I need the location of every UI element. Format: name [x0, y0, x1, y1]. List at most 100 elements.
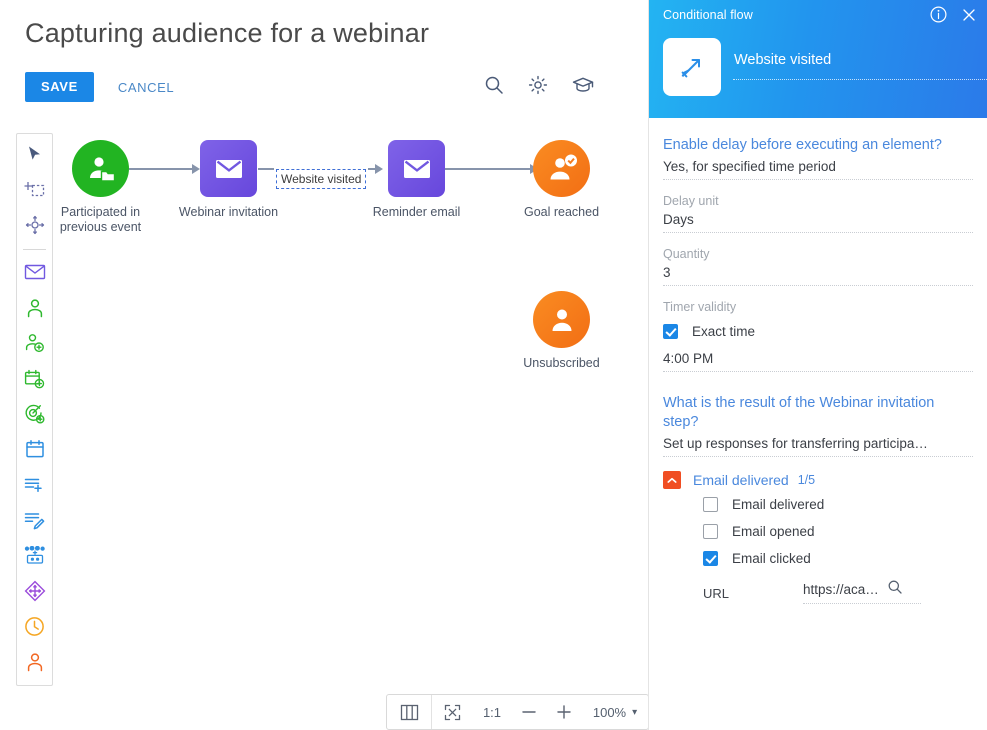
option-checkbox[interactable] — [703, 497, 718, 512]
delay-unit-select[interactable]: Days — [663, 208, 973, 233]
flow-node-webinar-invitation[interactable]: Webinar invitation — [179, 140, 278, 219]
marquee-select-tool[interactable] — [22, 176, 48, 201]
person-folder-icon — [89, 156, 115, 182]
exact-time-label: Exact time — [692, 324, 756, 339]
responses-select[interactable]: Set up responses for transferring partic… — [663, 432, 973, 457]
node-shape — [200, 140, 257, 197]
option-label: Email delivered — [732, 497, 825, 512]
zoom-in-button[interactable] — [546, 695, 582, 729]
email-delivered-group-header[interactable]: Email delivered 1/5 — [663, 471, 973, 489]
url-field[interactable]: https://aca… — [803, 579, 921, 604]
exact-time-input[interactable]: 4:00 PM — [663, 347, 973, 372]
flow-canvas[interactable]: Participated in previous event Webinar i… — [60, 125, 648, 730]
ab-test-element[interactable] — [22, 543, 48, 568]
option-label: Email opened — [732, 524, 815, 539]
flow-node-participated[interactable]: Participated in previous event — [60, 140, 141, 234]
edge-reminder-to-goal — [445, 168, 533, 170]
header-icon-group — [483, 74, 594, 96]
zoom-level-select[interactable]: 100% ▾ — [582, 695, 648, 729]
option-email-delivered[interactable]: Email delivered — [703, 497, 973, 512]
graduation-cap-icon[interactable] — [571, 74, 594, 96]
contact-element[interactable] — [22, 295, 48, 320]
toolbar-divider — [23, 249, 46, 251]
delay-question-label: Enable delay before executing an element… — [663, 137, 942, 153]
zoom-ratio-button[interactable]: 1:1 — [472, 695, 512, 729]
edit-record-element[interactable] — [22, 508, 48, 533]
panel-header: Conditional flow Website visited — [649, 0, 987, 118]
zoom-toolbar: 1:1 100% ▾ — [386, 694, 648, 730]
pointer-tool[interactable] — [22, 141, 48, 166]
fit-screen-icon — [444, 704, 460, 720]
save-button[interactable]: SAVE — [25, 72, 94, 102]
option-checkbox[interactable] — [703, 524, 718, 539]
node-shape — [533, 291, 590, 348]
quantity-input[interactable]: 3 — [663, 261, 973, 286]
zoom-level-value: 100% — [592, 704, 627, 720]
option-email-clicked[interactable]: Email clicked — [703, 551, 973, 566]
info-icon[interactable] — [930, 6, 947, 28]
element-toolbar — [16, 133, 53, 686]
page-title: Capturing audience for a webinar — [25, 18, 430, 48]
option-checkbox[interactable] — [703, 551, 718, 566]
exact-time-checkbox-row[interactable]: Exact time — [663, 324, 973, 339]
result-question-label: What is the result of the Webinar invita… — [663, 395, 935, 430]
option-email-opened[interactable]: Email opened — [703, 524, 973, 539]
flow-node-label: Participated in previous event — [59, 205, 142, 234]
panel-node-name[interactable]: Website visited — [734, 52, 987, 68]
cancel-button[interactable]: CANCEL — [112, 72, 180, 102]
columns-icon — [400, 704, 418, 720]
arrowhead-2 — [375, 164, 383, 174]
main-area: Capturing audience for a webinar SAVE CA… — [0, 0, 648, 730]
delay-unit-label: Delay unit — [663, 194, 719, 208]
arrowhead-1 — [192, 164, 200, 174]
timer-validity-label: Timer validity — [663, 300, 737, 314]
search-icon[interactable] — [483, 74, 505, 96]
person-icon — [552, 309, 571, 331]
columns-layout-button[interactable] — [387, 695, 431, 729]
delay-value-select[interactable]: Yes, for specified time period — [663, 155, 973, 180]
contact-add-element[interactable] — [22, 330, 48, 355]
email-element[interactable] — [22, 259, 48, 284]
zoom-out-button[interactable] — [512, 695, 546, 729]
node-shape — [533, 140, 590, 197]
timer-element[interactable] — [22, 614, 48, 639]
close-icon[interactable] — [961, 7, 977, 28]
panel-node-thumbnail — [663, 38, 721, 96]
flow-node-goal-reached[interactable]: Goal reached — [524, 140, 599, 219]
properties-panel: Conditional flow Website visited Enable … — [648, 0, 987, 730]
url-row: URL https://aca… — [703, 579, 973, 604]
goal-target-element[interactable] — [22, 401, 48, 426]
plus-icon — [557, 705, 571, 719]
panel-kind-label: Conditional flow — [663, 8, 753, 22]
add-to-list-element[interactable] — [22, 472, 48, 497]
minus-icon — [522, 711, 536, 713]
search-icon[interactable] — [887, 579, 903, 600]
flow-node-label: Unsubscribed — [523, 356, 600, 370]
calendar-element[interactable] — [22, 437, 48, 462]
gear-icon[interactable] — [527, 74, 549, 96]
conditional-flow-element[interactable] — [22, 579, 48, 604]
fit-screen-button[interactable] — [432, 695, 472, 729]
diagonal-arrow-icon — [681, 59, 700, 78]
event-calendar-element[interactable] — [22, 366, 48, 391]
panel-header-icons — [930, 6, 977, 28]
exact-time-checkbox[interactable] — [663, 324, 678, 339]
chevron-down-icon: ▾ — [632, 706, 638, 718]
edge-participated-to-webinar — [129, 168, 194, 170]
flow-node-unsubscribed[interactable]: Unsubscribed — [523, 291, 600, 370]
envelope-icon — [403, 159, 430, 178]
audience-element[interactable] — [22, 650, 48, 675]
node-shape — [72, 140, 129, 197]
group-count: 1/5 — [797, 473, 816, 487]
flow-edge-label[interactable]: Website visited — [276, 169, 367, 189]
pan-tool[interactable] — [22, 212, 48, 237]
url-value: https://aca… — [803, 582, 879, 597]
option-label: Email clicked — [732, 551, 811, 566]
collapse-toggle-chevron-up-icon[interactable] — [663, 471, 681, 489]
flow-node-label: Webinar invitation — [178, 205, 279, 219]
flow-node-label: Reminder email — [372, 205, 461, 219]
flow-node-label: Goal reached — [523, 205, 600, 219]
url-label: URL — [703, 586, 730, 601]
flow-node-reminder-email[interactable]: Reminder email — [373, 140, 460, 219]
person-check-icon — [550, 154, 577, 179]
